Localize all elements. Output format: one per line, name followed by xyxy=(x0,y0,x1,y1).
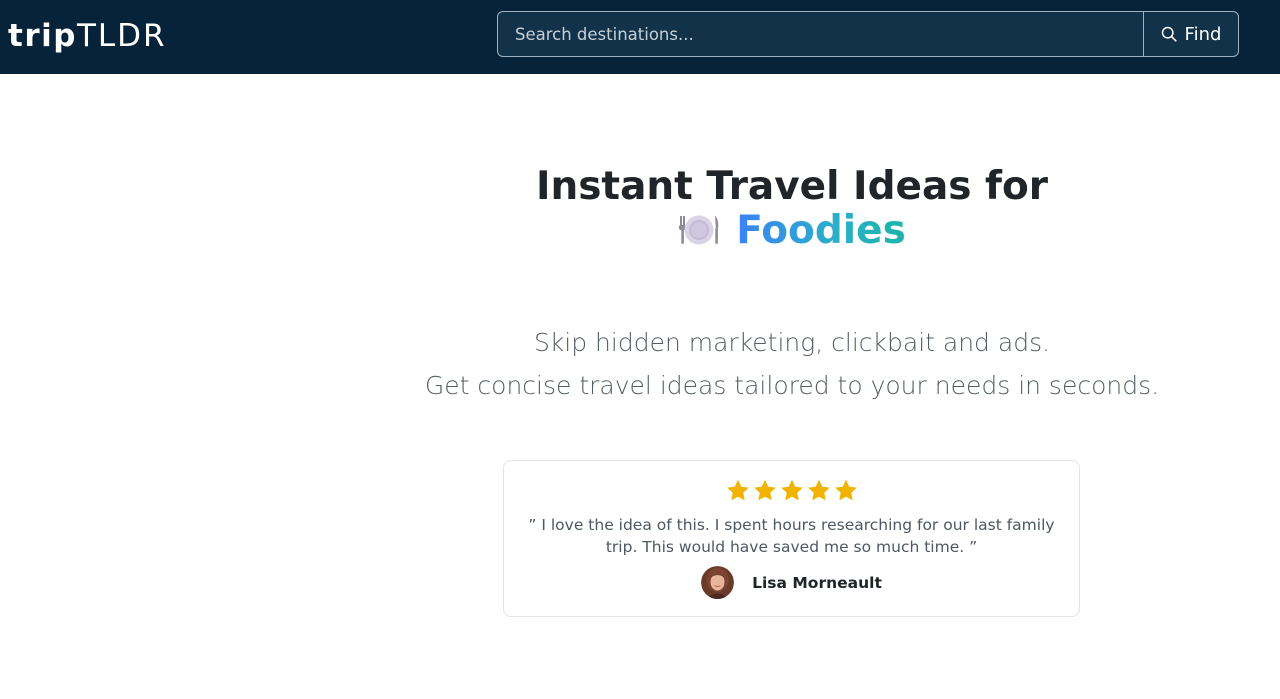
top-navbar: tripTLDR Find xyxy=(0,0,1280,74)
star-icon xyxy=(807,479,830,501)
review-card: ” I love the idea of this. I spent hours… xyxy=(503,460,1080,617)
review-author-name: Lisa Morneault xyxy=(752,573,882,592)
brand-bold-text: trip xyxy=(8,18,77,54)
star-icon xyxy=(834,479,857,501)
brand-light-text: TLDR xyxy=(76,18,167,54)
search-icon xyxy=(1161,26,1177,42)
hero-subtitle-line1: Skip hidden marketing, clickbait and ads… xyxy=(533,328,1051,357)
find-button[interactable]: Find xyxy=(1143,11,1239,57)
search-form: Find xyxy=(497,11,1239,57)
star-icon xyxy=(780,479,803,501)
hero-title-line1: Instant Travel Ideas for xyxy=(535,164,1049,209)
find-button-label: Find xyxy=(1184,23,1222,45)
star-rating xyxy=(504,479,1079,502)
review-quote: ” I love the idea of this. I spent hours… xyxy=(528,516,1055,556)
hero-subtitle-line2: Get concise travel ideas tailored to you… xyxy=(424,371,1160,400)
star-icon xyxy=(753,479,776,501)
user-avatar xyxy=(701,566,735,599)
review-author: Lisa Morneault xyxy=(504,566,1079,599)
plate-with-cutlery-icon xyxy=(678,212,720,258)
search-input[interactable] xyxy=(497,11,1143,57)
brand-logo[interactable]: tripTLDR xyxy=(8,16,167,56)
hero-title-line2: Foodies xyxy=(0,208,1280,258)
star-icon xyxy=(726,479,749,501)
hero-title-highlight: Foodies xyxy=(736,208,906,253)
